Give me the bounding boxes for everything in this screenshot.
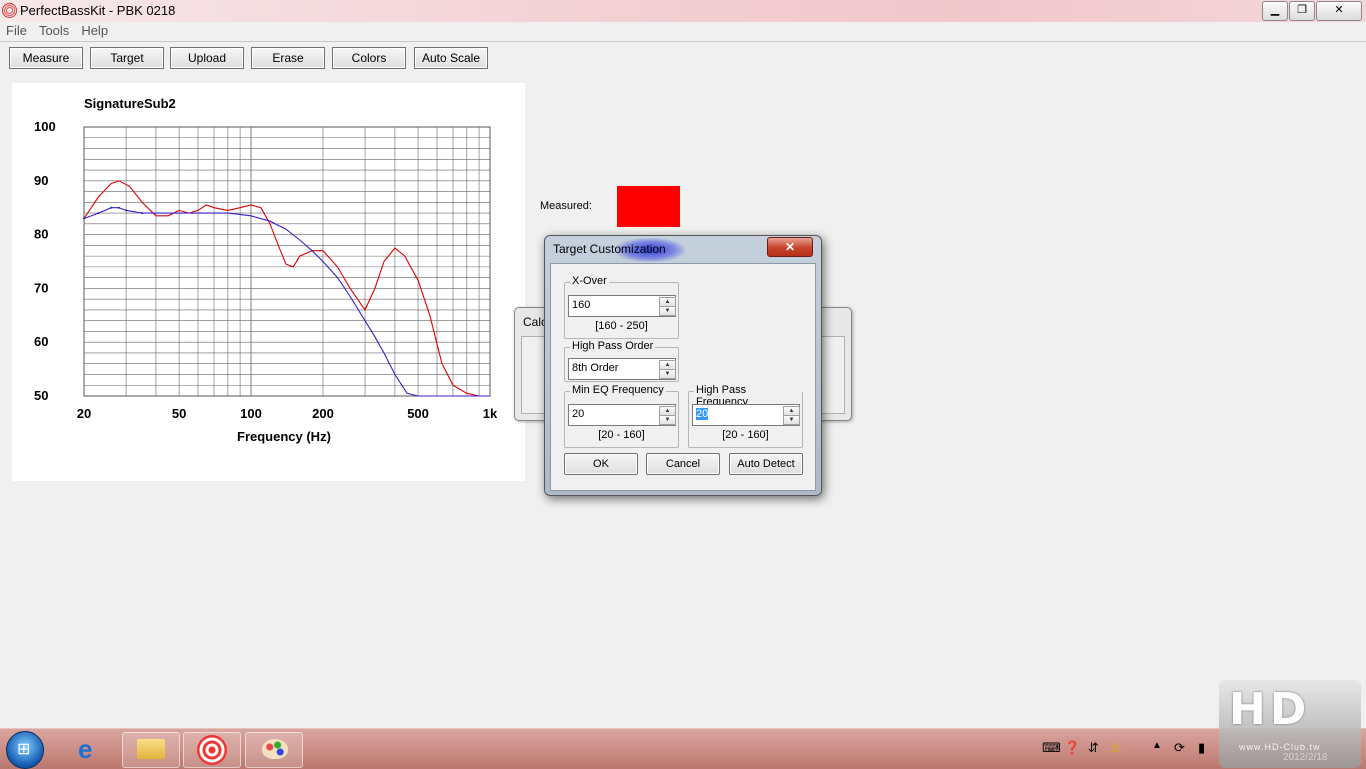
series-point [110,206,113,209]
hp-freq-range: [20 - 160] [722,429,769,441]
dialog-close-button[interactable]: ✕ [767,237,813,257]
hp-order-label: High Pass Order [570,340,656,352]
folder-icon [137,739,165,759]
menu-tools[interactable]: Tools [33,22,75,40]
plot-frame [83,126,491,397]
start-button[interactable]: ⊞ [6,731,44,769]
target-rings-icon [197,735,227,765]
min-eq-range: [20 - 160] [598,429,645,441]
warning-icon[interactable]: ⚠ [1110,740,1122,756]
watermark-url: www.HD-Club.tw [1239,742,1321,752]
min-eq-value: 20 [572,408,585,420]
xover-group: X-Over 160 ▲ ▼ [160 - 250] [564,275,679,339]
watermark-logo: HD [1229,684,1311,735]
measured-color-swatch[interactable] [617,186,680,227]
target-customization-dialog: Target Customization ✕ X-Over 160 ▲ ▼ [1… [544,235,822,496]
dialog-title: Target Customization [553,242,666,256]
taskbar: ⊞ e ⌨ ❓ ⇵ ⚠ ▲ ⟳ ▮ [0,728,1366,769]
ok-button[interactable]: OK [564,453,638,475]
xover-stepper[interactable]: 160 ▲ ▼ [568,295,676,317]
close-icon: ✕ [1334,4,1344,16]
auto-scale-button[interactable]: Auto Scale [414,47,488,69]
min-eq-label: Min EQ Frequency [570,384,666,396]
series-point [83,217,85,220]
menu-help[interactable]: Help [75,22,114,40]
close-window-button[interactable]: ✕ [1316,1,1362,21]
menu-bar: File Tools Help [0,22,1366,40]
y-tick-label: 100 [34,119,56,134]
erase-button[interactable]: Erase [251,47,325,69]
target-button[interactable]: Target [90,47,164,69]
series-point [117,206,120,209]
chart-title: SignatureSub2 [84,96,176,111]
hp-order-group: High Pass Order 8th Order ▲ ▼ [564,340,679,382]
y-tick-label: 50 [34,388,48,403]
taskbar-explorer[interactable] [122,732,180,768]
taskbar-paint[interactable] [245,732,303,768]
x-tick-label: 200 [312,406,334,421]
y-tick-label: 70 [34,280,48,295]
xover-value: 160 [572,299,591,311]
hp-order-value: 8th Order [572,362,619,374]
frequency-response-chart: SignatureSub2 Frequency (Hz) 20 50 100 200 500… [34,96,498,444]
xover-range: [160 - 250] [595,320,648,332]
menu-file[interactable]: File [0,22,33,40]
toolbar: Measure Target Upload Erase Colors Auto … [0,41,1366,72]
spin-down-icon[interactable]: ▼ [659,369,676,379]
battery-icon[interactable]: ▮ [1198,740,1205,756]
min-eq-group: Min EQ Frequency 20 ▲ ▼ [20 - 160] [564,384,679,448]
y-tick-label: 80 [34,227,48,242]
spin-down-icon[interactable]: ▼ [783,415,800,425]
windows-logo-icon: ⊞ [17,741,31,758]
series-point [97,212,100,215]
cancel-button[interactable]: Cancel [646,453,720,475]
x-tick-label: 100 [240,406,262,421]
window-title: PerfectBassKit - PBK 0218 [20,3,176,18]
keyboard-icon[interactable]: ⌨ [1042,740,1061,756]
hp-freq-group: High Pass Frequency 20 ▲ ▼ [20 - 160] [688,384,803,448]
x-axis-label: Frequency (Hz) [237,429,331,444]
colors-button[interactable]: Colors [332,47,406,69]
tray-expand-icon[interactable]: ▲ [1152,740,1162,751]
sync-icon[interactable]: ⟳ [1174,740,1185,756]
internet-explorer-icon: e [78,734,93,764]
upload-button[interactable]: Upload [170,47,244,69]
auto-detect-button[interactable]: Auto Detect [729,453,803,475]
measure-button[interactable]: Measure [9,47,83,69]
dialog-body: X-Over 160 ▲ ▼ [160 - 250] High Pass Ord… [550,263,816,491]
spin-down-icon[interactable]: ▼ [659,415,676,425]
measured-legend-label: Measured: [540,200,592,212]
clock-date: 2012/2/18 [1283,752,1328,763]
paint-palette-icon [262,739,288,759]
minimize-icon: ▁ [1270,4,1280,16]
hp-order-stepper[interactable]: 8th Order ▲ ▼ [568,358,676,380]
restore-icon: ❐ [1297,4,1307,16]
close-icon: ✕ [784,240,796,254]
y-tick-label: 60 [34,334,48,349]
chart-panel: SignatureSub2 Frequency (Hz) 20 50 100 200 500… [12,83,525,481]
min-eq-stepper[interactable]: 20 ▲ ▼ [568,404,676,426]
help-icon[interactable]: ❓ [1064,740,1080,756]
hp-freq-value: 20 [696,408,709,420]
spin-down-icon[interactable]: ▼ [659,306,676,316]
x-tick-label: 20 [77,406,91,421]
x-tick-label: 500 [407,406,429,421]
watermark: HD www.HD-Club.tw 2012/2/18 [1219,680,1361,768]
y-tick-label: 90 [34,173,48,188]
network-icon[interactable]: ⇵ [1088,740,1099,756]
series-point [125,209,128,212]
series-point [141,212,144,215]
x-tick-label: 1k [483,406,498,421]
taskbar-perfectbasskit[interactable] [183,732,241,768]
app-icon [2,3,17,18]
minimize-button[interactable]: ▁ [1262,1,1288,21]
maximize-button[interactable]: ❐ [1289,1,1315,21]
xover-label: X-Over [570,275,609,287]
hp-freq-stepper[interactable]: 20 ▲ ▼ [692,404,800,426]
chart-grid [83,126,491,397]
window-titlebar: PerfectBassKit - PBK 0218 ▁ ❐ ✕ [0,0,1366,22]
x-tick-label: 50 [172,406,186,421]
taskbar-internet-explorer[interactable]: e [62,732,118,766]
